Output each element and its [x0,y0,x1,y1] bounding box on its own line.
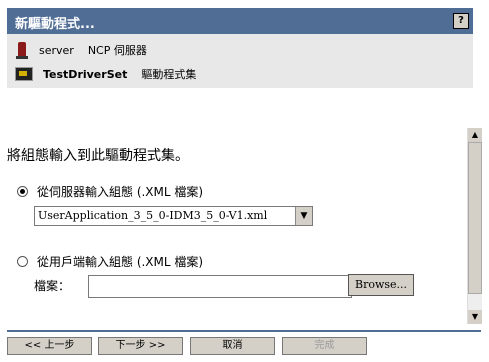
browse-button[interactable]: Browse... [348,274,414,296]
scroll-thumb[interactable] [468,142,482,294]
vertical-scrollbar[interactable]: ▲ ▼ [467,128,482,324]
chevron-down-icon[interactable]: ▼ [295,207,312,225]
server-option-label: 從伺服器輸入組態 (.XML 檔案) [37,185,204,199]
option-server-row[interactable]: 從伺服器輸入組態 (.XML 檔案) [17,183,203,200]
driverset-type: 驅動程式集 [141,68,197,81]
scroll-up-icon[interactable]: ▲ [468,128,482,142]
page-heading: 將組態輸入到此驅動程式集。 [7,148,189,164]
driverset-name: TestDriverSet [43,67,128,81]
server-file-value: UserApplication_3_5_0-IDM3_5_0-V1.xml [38,209,268,222]
client-option-label: 從用戶端輸入組態 (.XML 檔案) [37,255,204,269]
file-path-input[interactable] [88,275,352,298]
option-client-row[interactable]: 從用戶端輸入組態 (.XML 檔案) [17,253,203,270]
driverset-icon [15,67,33,81]
server-row: server NCP 伺服器 [15,41,147,59]
driverset-row: TestDriverSet 驅動程式集 [15,65,196,83]
context-info: server NCP 伺服器 TestDriverSet 驅動程式集 [7,34,473,88]
client-radio[interactable] [17,256,28,267]
scroll-down-icon[interactable]: ▼ [468,310,482,324]
server-type: NCP 伺服器 [87,44,147,57]
server-radio[interactable] [17,186,28,197]
server-file-select[interactable]: UserApplication_3_5_0-IDM3_5_0-V1.xml ▼ [34,206,313,226]
import-panel: 將組態輸入到此驅動程式集。 從伺服器輸入組態 (.XML 檔案) UserApp… [7,128,465,323]
server-icon [16,42,28,59]
dialog-title: 新驅動程式... [15,17,95,32]
back-button[interactable]: << 上一步 [7,337,92,355]
dialog-header: 新驅動程式... ? [7,8,473,34]
file-label: 檔案： [34,279,71,293]
next-button[interactable]: 下一步 >> [98,337,183,355]
cancel-button[interactable]: 取消 [190,337,275,355]
server-name: server [39,43,74,57]
finish-button: 完成 [282,337,367,355]
footer-divider [7,330,481,332]
help-button[interactable]: ? [453,13,469,29]
